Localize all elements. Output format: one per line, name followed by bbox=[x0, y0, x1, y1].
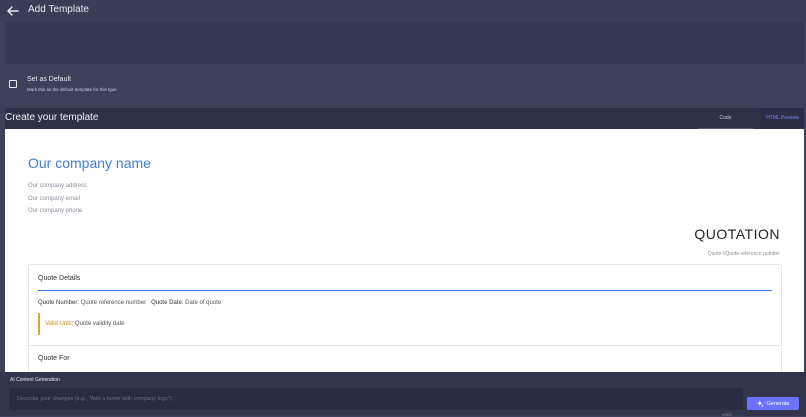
quote-details-card: Quote Details Quote Number: Quote refere… bbox=[28, 264, 782, 346]
valid-until-value: Quote validity date bbox=[74, 321, 125, 327]
quote-number-value: Quote reference number bbox=[80, 300, 147, 306]
tab-html-preview[interactable]: HTML Preview bbox=[761, 108, 804, 129]
quote-number-label: Quote Number: bbox=[38, 300, 80, 306]
quote-meta-line: Quote Number: Quote reference number Quo… bbox=[38, 300, 221, 306]
quote-date-label: Quote Date: bbox=[151, 300, 184, 306]
page-title: Add Template bbox=[28, 4, 89, 15]
default-checkbox[interactable] bbox=[9, 80, 17, 88]
html-preview-panel: Our company name Our company address Our… bbox=[5, 129, 804, 372]
valid-until-label: Valid Until: bbox=[45, 321, 74, 327]
back-arrow-icon[interactable] bbox=[5, 3, 21, 19]
quote-for-card: Quote For bbox=[28, 345, 782, 372]
editor-header: Create your template Code HTML Preview bbox=[5, 108, 804, 129]
valid-until-block: Valid Until: Quote validity date bbox=[38, 313, 125, 335]
editor-title: Create your template bbox=[5, 112, 99, 123]
character-counter: 0/500 bbox=[722, 412, 733, 417]
company-address: Our company address bbox=[28, 183, 88, 189]
company-email: Our company email bbox=[28, 196, 81, 202]
ai-prompt-input[interactable] bbox=[10, 388, 743, 410]
default-option-row: Set as Default Mark this as the default … bbox=[0, 64, 806, 108]
ai-generation-panel: AI Content Generation 0/500 Generate bbox=[0, 372, 806, 417]
section-divider bbox=[38, 290, 772, 291]
document-title: QUOTATION bbox=[694, 226, 780, 242]
quote-for-title: Quote For bbox=[38, 355, 70, 362]
ai-panel-title: AI Content Generation bbox=[10, 377, 60, 383]
default-help-text: Mark this as the default template for th… bbox=[27, 87, 117, 92]
generate-label: Generate bbox=[766, 400, 790, 407]
quote-details-title: Quote Details bbox=[38, 275, 81, 282]
default-label: Set as Default bbox=[27, 76, 71, 83]
sparkle-icon bbox=[756, 400, 764, 407]
top-bar: Add Template bbox=[0, 0, 806, 22]
template-field-box[interactable] bbox=[5, 22, 804, 64]
quote-date-value: Date of quote bbox=[185, 300, 222, 306]
quote-reference: Quote #Quote reference number bbox=[707, 251, 780, 257]
company-name: Our company name bbox=[28, 155, 151, 171]
company-phone: Our company phone bbox=[28, 208, 83, 214]
tab-code[interactable]: Code bbox=[698, 108, 753, 129]
generate-button[interactable]: Generate bbox=[747, 397, 799, 410]
